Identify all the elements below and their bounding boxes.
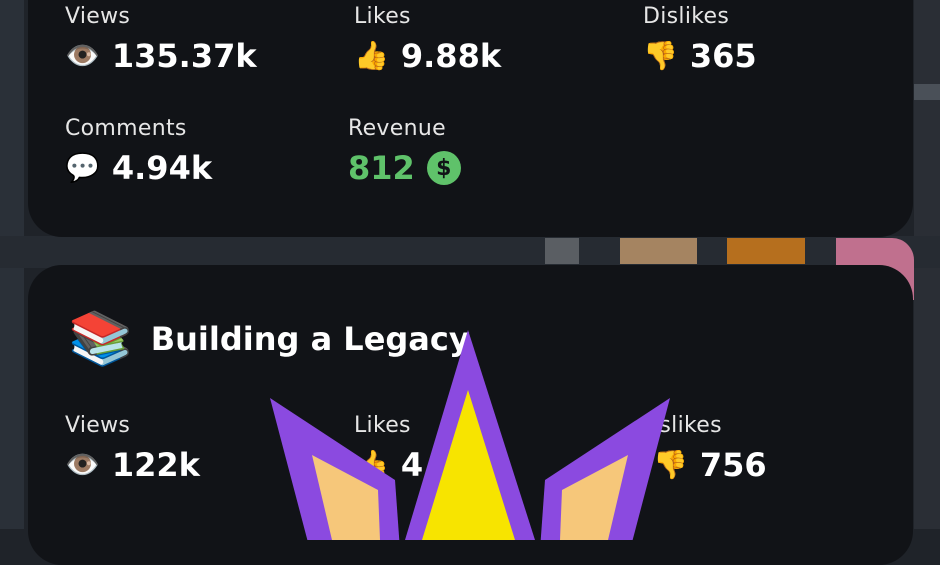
likes-stat: Likes 👍 9.88k — [354, 4, 501, 75]
speech-bubble-icon: 💬 — [65, 151, 100, 184]
dislikes-label: Dislikes — [643, 4, 730, 29]
background-swatch — [727, 238, 805, 264]
background-swatch — [620, 238, 697, 264]
thumbs-down-icon: 👎 — [643, 39, 678, 72]
likes-value: 9.88k — [400, 37, 502, 75]
comments-label: Comments — [65, 116, 187, 141]
eye-icon: 👁️ — [65, 39, 100, 72]
dollar-coin-icon: $ — [426, 151, 461, 185]
likes-label: Likes — [354, 4, 411, 29]
views-stat: Views 👁️ 135.37k — [65, 4, 257, 75]
scroll-indicator[interactable] — [914, 84, 940, 100]
thumbs-up-icon: 👍 — [354, 39, 389, 72]
dislikes-stat: Dislikes 👎 365 — [643, 4, 757, 75]
views-label: Views — [65, 413, 131, 438]
dislikes-label: islikes — [653, 413, 722, 438]
dislikes-value: 365 — [689, 37, 757, 75]
views-value: 135.37k — [111, 37, 257, 75]
views-value: 122k — [111, 446, 200, 484]
views-label: Views — [65, 4, 131, 29]
books-icon: 📚 — [68, 309, 133, 369]
comments-value: 4.94k — [111, 149, 213, 187]
eye-icon: 👁️ — [65, 448, 100, 481]
stats-card[interactable]: Views 👁️ 135.37k Likes 👍 9.88k Dislikes … — [28, 0, 913, 237]
dislikes-value: 756 — [699, 446, 767, 484]
comments-stat: Comments 💬 4.94k — [65, 116, 212, 187]
crown-overlay-icon — [270, 330, 670, 540]
background-swatch — [545, 238, 579, 264]
revenue-value: 812 — [348, 149, 415, 187]
revenue-stat: Revenue 812 $ — [348, 116, 461, 187]
revenue-label: Revenue — [348, 116, 446, 141]
dislikes-stat: islikes 👎 756 — [653, 413, 767, 484]
views-stat: Views 👁️ 122k — [65, 413, 200, 484]
